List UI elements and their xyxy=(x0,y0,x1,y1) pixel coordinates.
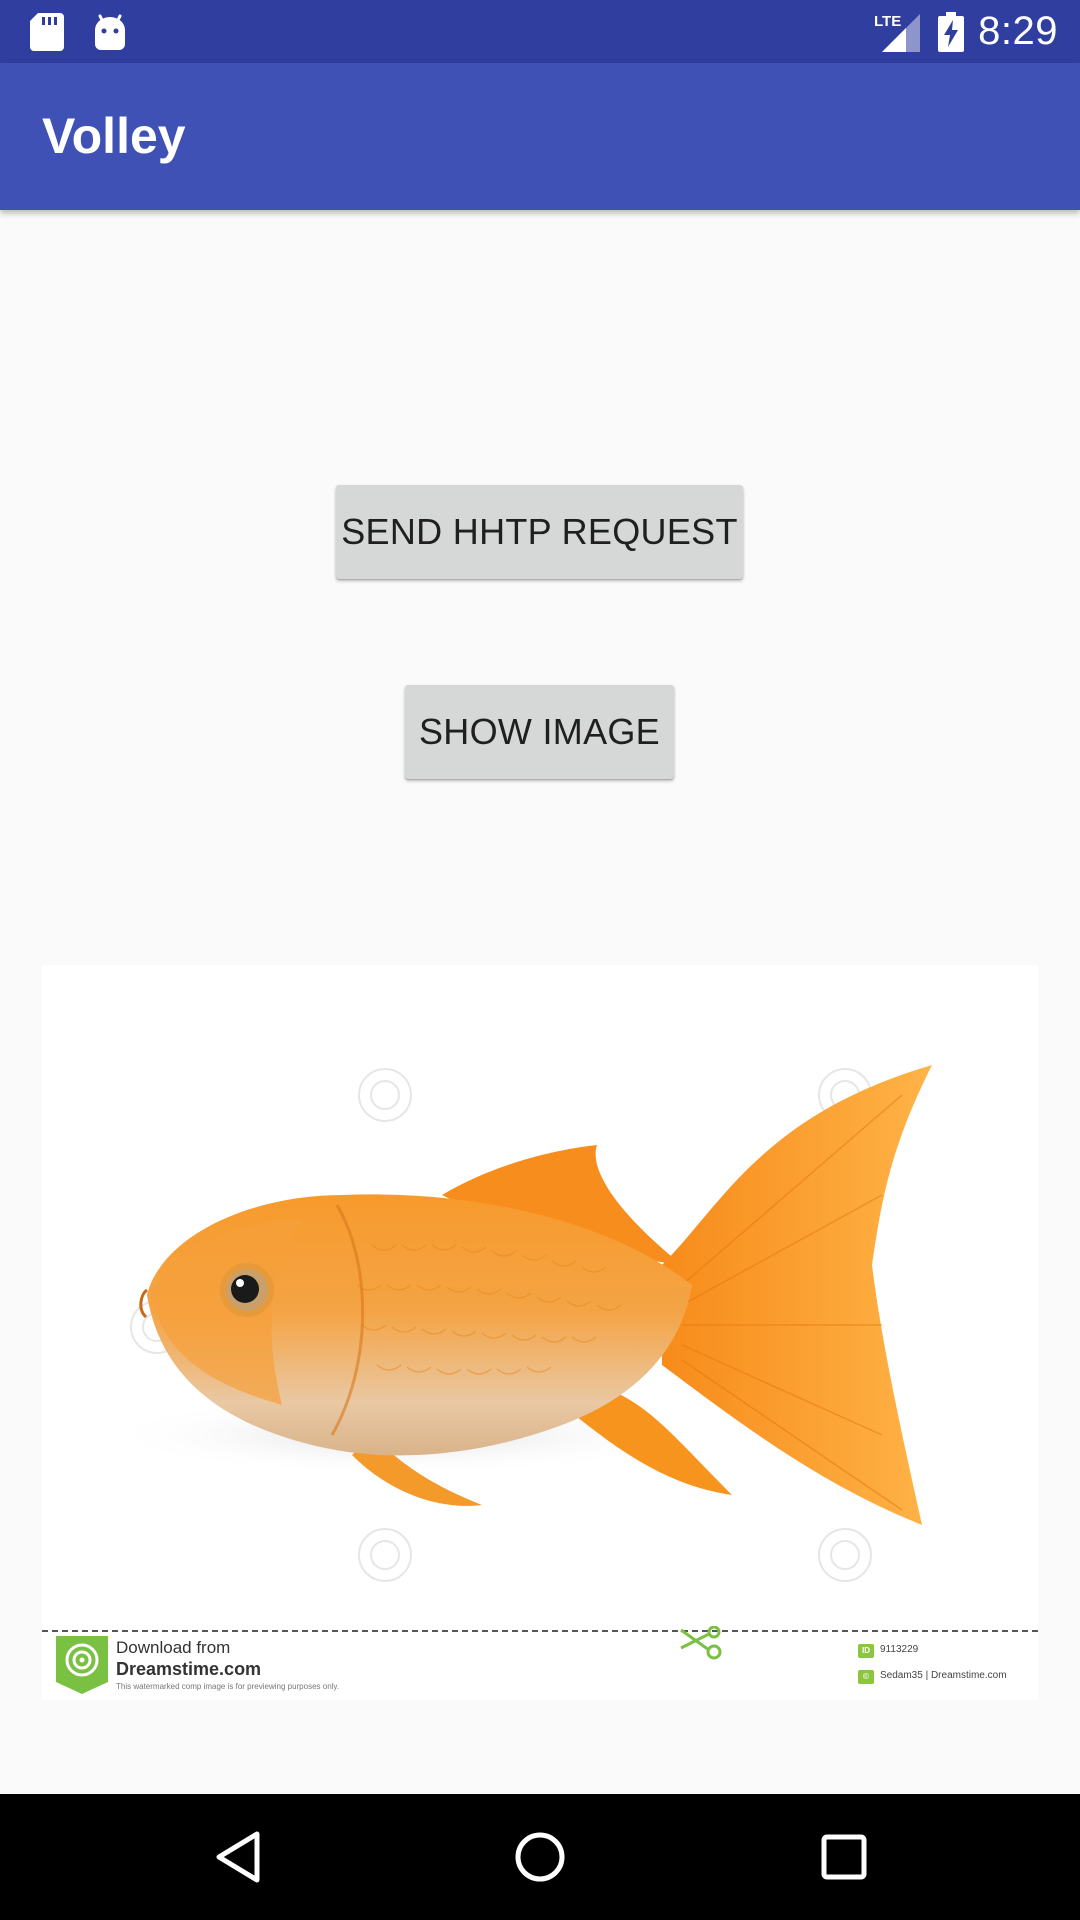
app-title: Volley xyxy=(42,108,186,164)
dreamstime-logo-icon xyxy=(56,1636,108,1699)
battery-charging-icon xyxy=(938,0,964,63)
watermark-strip: Download from Dreamstime.com This waterm… xyxy=(42,1625,1038,1700)
clock: 8:29 xyxy=(978,9,1058,53)
watermark-brand: Dreamstime.com xyxy=(116,1659,262,1679)
recents-icon[interactable] xyxy=(784,1794,904,1920)
goldfish-image xyxy=(102,1065,932,1582)
lte-signal-icon: LTE xyxy=(872,0,922,63)
scissors-icon xyxy=(677,1625,723,1665)
back-icon[interactable] xyxy=(178,1794,298,1920)
image-view: Download from Dreamstime.com This waterm… xyxy=(42,965,1038,1700)
navigation-bar xyxy=(0,1794,1080,1920)
show-image-button[interactable]: SHOW IMAGE xyxy=(405,685,674,779)
watermark-credit: Sedam35 | Dreamstime.com xyxy=(880,1670,1007,1681)
send-http-request-button[interactable]: SEND HHTP REQUEST xyxy=(336,485,743,579)
id-badge-icon: ID xyxy=(858,1644,874,1658)
home-icon[interactable] xyxy=(480,1794,600,1920)
sd-card-icon xyxy=(30,0,64,63)
watermark-id: 9113229 xyxy=(880,1644,919,1655)
svg-text:LTE: LTE xyxy=(874,13,901,30)
watermark-note: This watermarked comp image is for previ… xyxy=(116,1682,340,1691)
watermark-download-text: Download from xyxy=(116,1638,231,1657)
android-icon xyxy=(93,0,127,63)
app-bar: Volley xyxy=(0,63,1080,210)
status-bar: LTE 8:29 xyxy=(0,0,1080,63)
copyright-badge-icon: © xyxy=(858,1670,874,1684)
